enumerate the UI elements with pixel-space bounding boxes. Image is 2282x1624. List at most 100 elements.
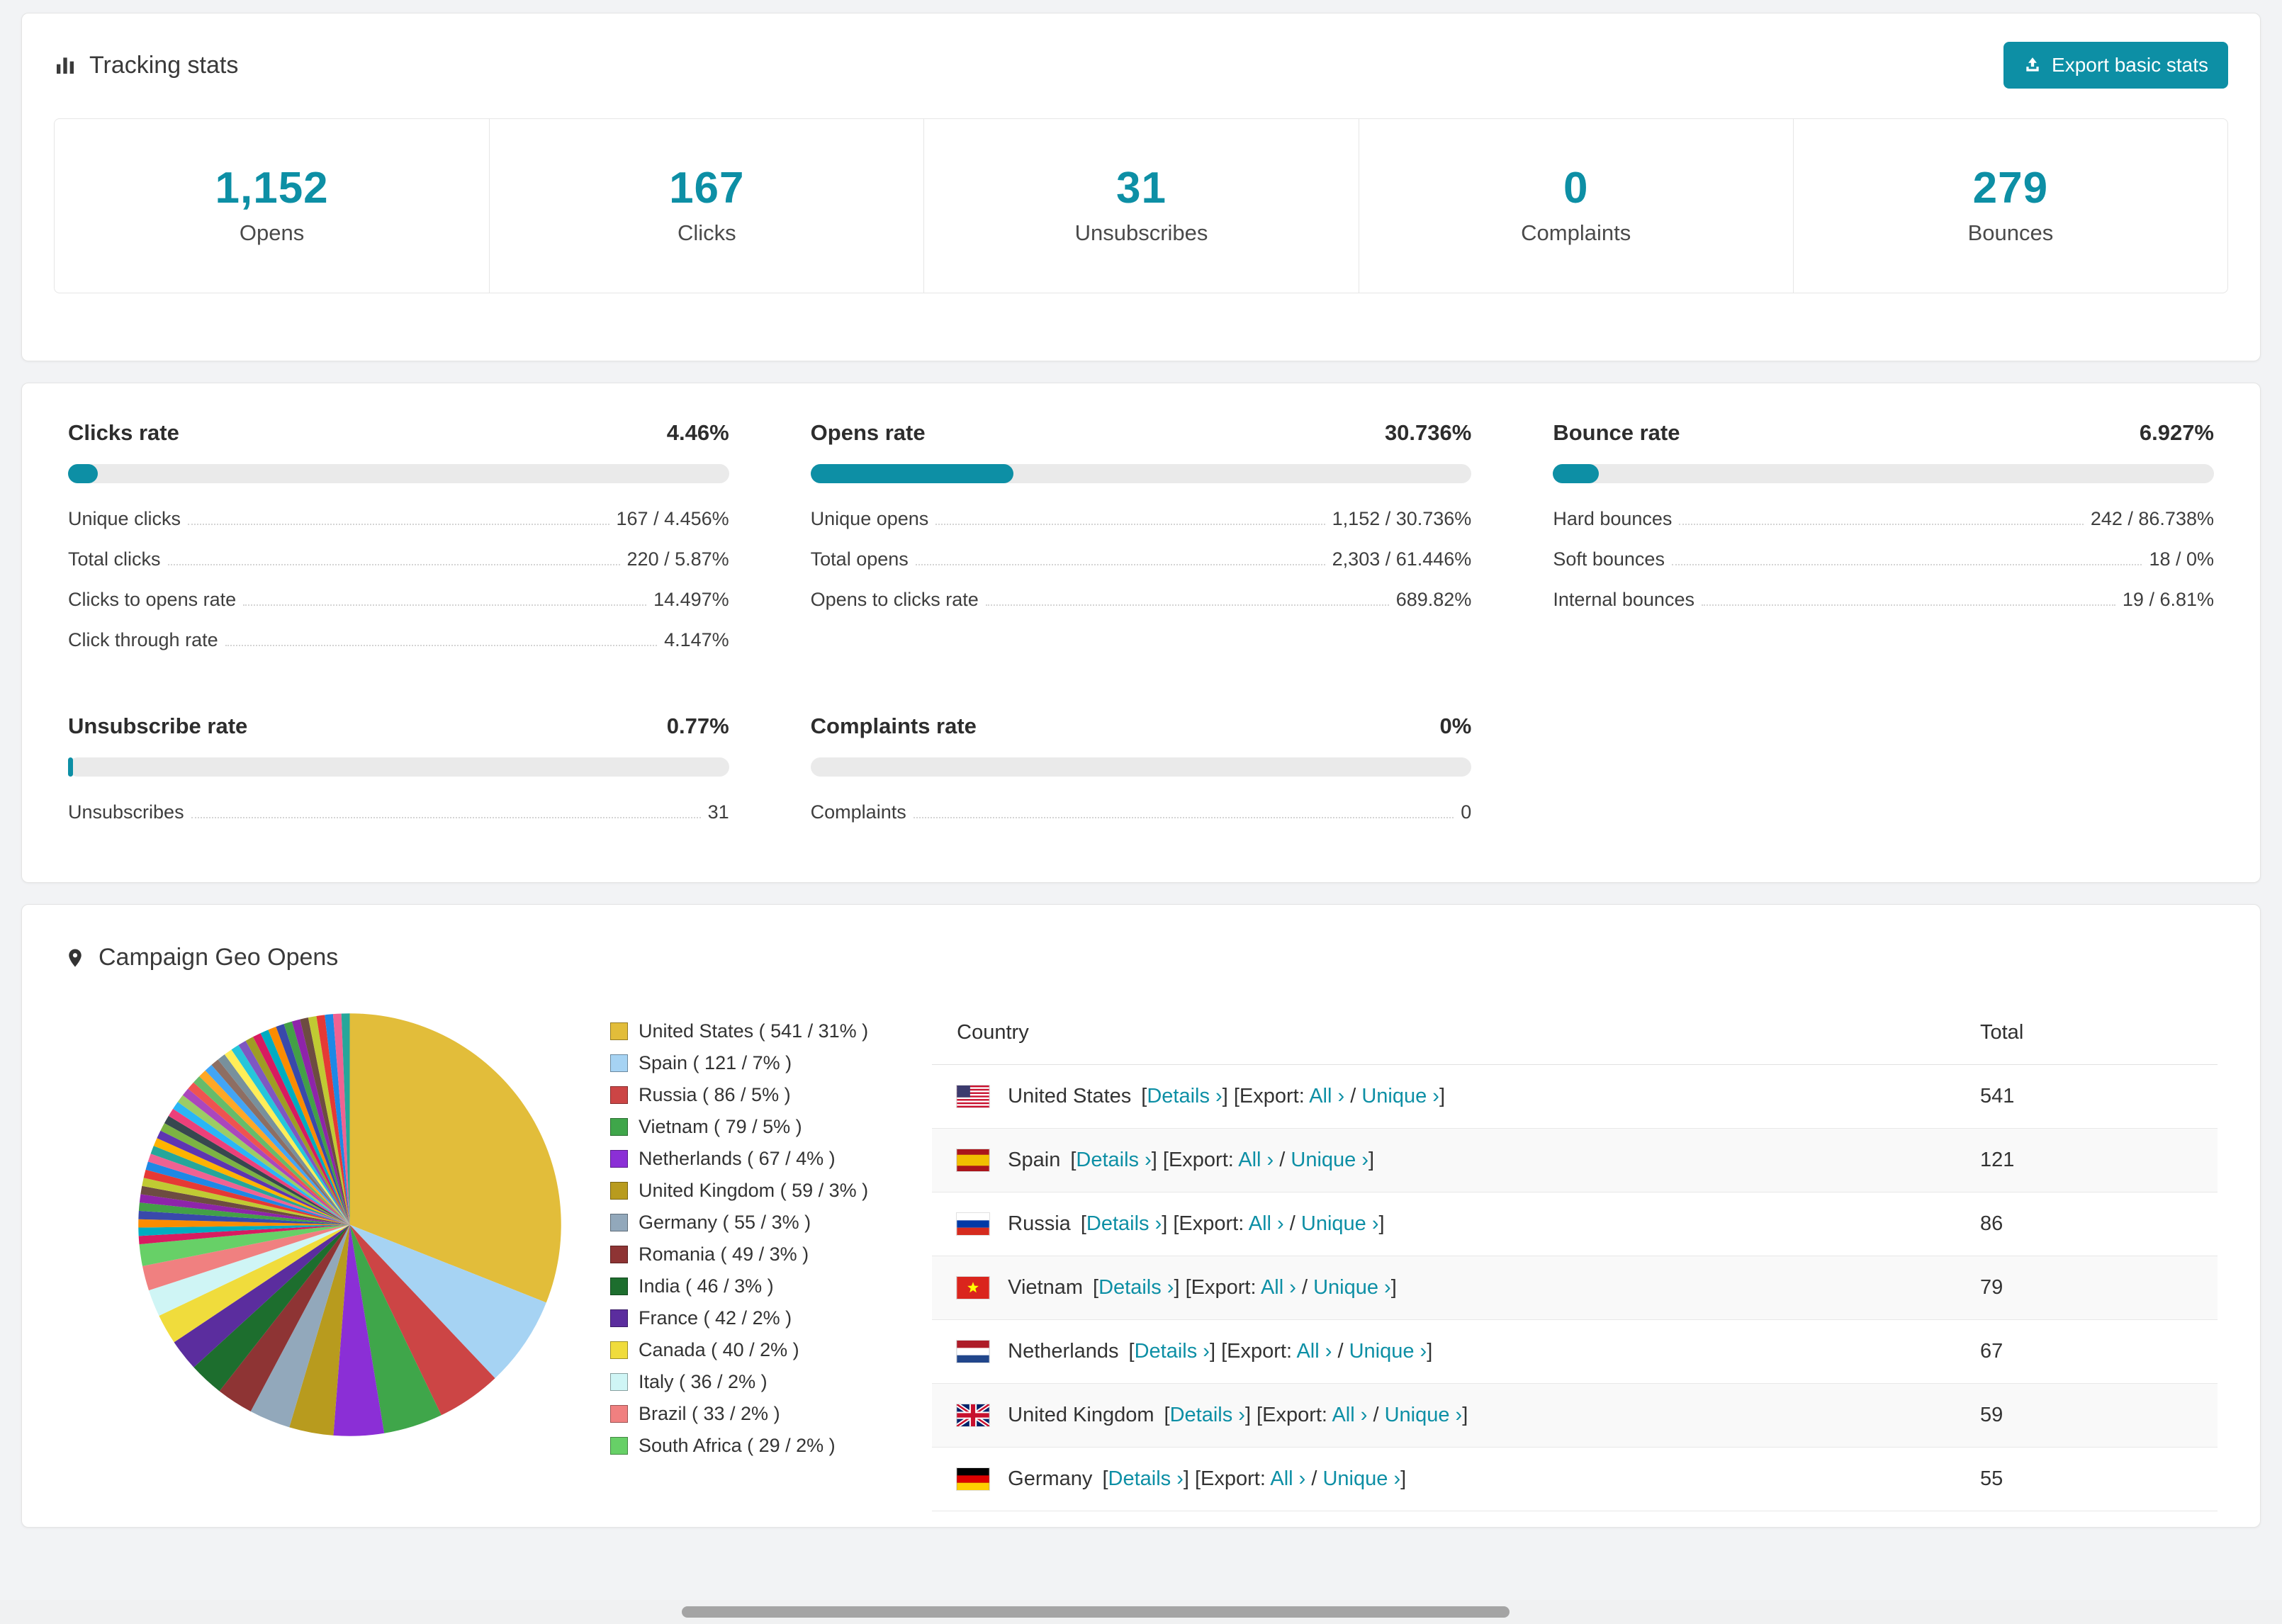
summary-stat-clicks: 167 Clicks [489, 119, 923, 293]
rate-percent: 30.736% [1384, 420, 1472, 445]
export-label: Export: [1191, 1276, 1261, 1299]
legend-item-united-states: United States ( 541 / 31% ) [610, 1015, 868, 1047]
rate-row-internal-bounces: Internal bounces 19 / 6.81% [1553, 580, 2214, 620]
export-unique-link[interactable]: Unique › [1385, 1404, 1463, 1426]
dotted-leader [1679, 524, 2084, 525]
bracket: [ [1102, 1467, 1108, 1490]
dotted-leader [191, 817, 701, 818]
rate-panel-opens: Opens rate 30.736% Unique opens 1,152 / 30.… [810, 420, 1472, 660]
bracket: ] [ [1162, 1212, 1179, 1235]
stat-label: Bounces [1967, 220, 2054, 245]
legend-item-india: India ( 46 / 3% ) [610, 1270, 868, 1302]
horizontal-scrollbar-track[interactable] [0, 1600, 2282, 1624]
stat-label: Opens [239, 220, 305, 245]
total-cell: 79 [1980, 1276, 2003, 1299]
details-link[interactable]: Details › [1135, 1340, 1210, 1363]
separator: / [1305, 1467, 1323, 1490]
export-all-link[interactable]: All › [1270, 1467, 1305, 1490]
country-name: Germany [1008, 1467, 1093, 1490]
rate-row-value: 689.82% [1395, 589, 1472, 610]
geo-table-row-spain: Spain [Details ›] [Export: All › / Unique… [932, 1129, 2218, 1192]
export-all-link[interactable]: All › [1309, 1085, 1344, 1107]
campaign-geo-opens-header: Campaign Geo Opens [64, 944, 2218, 971]
stat-value: 31 [1116, 164, 1167, 213]
rate-panel-head: Clicks rate 4.46% [68, 420, 729, 446]
rate-panel-head: Opens rate 30.736% [811, 420, 1472, 446]
total-cell: 86 [1980, 1212, 2003, 1235]
total-cell: 121 [1980, 1149, 2015, 1171]
stat-label: Clicks [677, 220, 736, 245]
export-all-link[interactable]: All › [1261, 1276, 1296, 1299]
rates-card: Clicks rate 4.46% Unique clicks 167 / 4.456… [21, 383, 2261, 883]
legend-item-germany: Germany ( 55 / 3% ) [610, 1207, 868, 1239]
rate-row-unique-clicks: Unique clicks 167 / 4.456% [68, 499, 729, 539]
total-cell: 59 [1980, 1404, 2003, 1426]
export-all-link[interactable]: All › [1238, 1149, 1274, 1171]
separator: / [1367, 1404, 1385, 1426]
legend-swatch [610, 1405, 628, 1423]
rate-row-value: 0 [1461, 801, 1472, 823]
horizontal-scrollbar-thumb[interactable] [682, 1606, 1510, 1618]
details-link[interactable]: Details › [1147, 1085, 1222, 1107]
country-cell: Netherlands [Details ›] [Export: All › / … [957, 1340, 1980, 1363]
export-unique-link[interactable]: Unique › [1349, 1340, 1427, 1363]
separator: / [1295, 1276, 1314, 1299]
rate-row-value: 242 / 86.738% [2090, 508, 2214, 529]
campaign-geo-opens-card: Campaign Geo Opens United States ( 541 /… [21, 904, 2261, 1528]
legend-swatch [610, 1054, 628, 1072]
stat-label: Unsubscribes [1074, 220, 1208, 245]
dotted-leader [985, 604, 1389, 606]
export-label: Export: [1227, 1340, 1297, 1363]
export-unique-link[interactable]: Unique › [1301, 1212, 1379, 1235]
legend-swatch [610, 1437, 628, 1455]
export-all-link[interactable]: All › [1249, 1212, 1284, 1235]
pie-legend: United States ( 541 / 31% ) Spain ( 121 /… [610, 1007, 868, 1462]
rate-row-unsubscribes: Unsubscribes 31 [68, 792, 729, 833]
summary-stat-bounces: 279 Bounces [1792, 119, 2227, 293]
rate-row-value: 1,152 / 30.736% [1332, 508, 1472, 529]
country-name: Netherlands [1008, 1340, 1119, 1363]
details-link[interactable]: Details › [1170, 1404, 1245, 1426]
legend-label: India ( 46 / 3% ) [639, 1275, 774, 1297]
legend-item-italy: Italy ( 36 / 2% ) [610, 1366, 868, 1398]
legend-swatch [610, 1118, 628, 1136]
legend-item-south-africa: South Africa ( 29 / 2% ) [610, 1430, 868, 1462]
rate-bar-track [1553, 464, 2214, 483]
export-unique-link[interactable]: Unique › [1291, 1149, 1368, 1171]
details-link[interactable]: Details › [1098, 1276, 1174, 1299]
legend-swatch [610, 1341, 628, 1359]
legend-label: Vietnam ( 79 / 5% ) [639, 1116, 802, 1137]
bracket: ] [1462, 1404, 1468, 1426]
legend-swatch [610, 1086, 628, 1104]
country-links: [Details ›] [Export: All › / Unique ›] [1093, 1276, 1397, 1299]
bracket: [ [1128, 1340, 1135, 1363]
country-cell: United Kingdom [Details ›] [Export: All ›… [957, 1404, 1980, 1427]
column-header-country: Country [957, 1021, 1029, 1044]
rate-row-total-opens: Total opens 2,303 / 61.446% [811, 539, 1472, 580]
export-unique-link[interactable]: Unique › [1322, 1467, 1400, 1490]
export-basic-stats-button[interactable]: Export basic stats [2003, 42, 2228, 89]
rate-row-label: Click through rate [68, 629, 218, 650]
map-pin-icon [69, 949, 82, 966]
geo-table-row-united-kingdom: United Kingdom [Details ›] [Export: All ›… [932, 1384, 2218, 1448]
export-unique-link[interactable]: Unique › [1361, 1085, 1439, 1107]
rate-title: Complaints rate [810, 714, 977, 738]
rate-row-label: Complaints [810, 801, 906, 823]
legend-label: Russia ( 86 / 5% ) [639, 1084, 791, 1105]
export-all-link[interactable]: All › [1332, 1404, 1367, 1426]
summary-stats-grid: 1,152 Opens 167 Clicks 31 Unsubscribes 0 Compla… [54, 118, 2228, 293]
country-name: United Kingdom [1008, 1404, 1154, 1426]
bracket: ] [ [1183, 1467, 1201, 1490]
details-link[interactable]: Details › [1086, 1212, 1162, 1235]
rate-row-label: Hard bounces [1553, 508, 1673, 529]
rate-row-label: Internal bounces [1553, 589, 1694, 610]
export-unique-link[interactable]: Unique › [1313, 1276, 1391, 1299]
rate-row-label: Unique clicks [68, 508, 181, 529]
details-link[interactable]: Details › [1076, 1149, 1151, 1171]
bracket: ] [ [1222, 1085, 1240, 1107]
export-all-link[interactable]: All › [1296, 1340, 1332, 1363]
rates-grid: Clicks rate 4.46% Unique clicks 167 / 4.456… [68, 420, 2214, 833]
details-link[interactable]: Details › [1108, 1467, 1184, 1490]
legend-swatch [610, 1246, 628, 1263]
flag-es-icon [957, 1149, 989, 1171]
